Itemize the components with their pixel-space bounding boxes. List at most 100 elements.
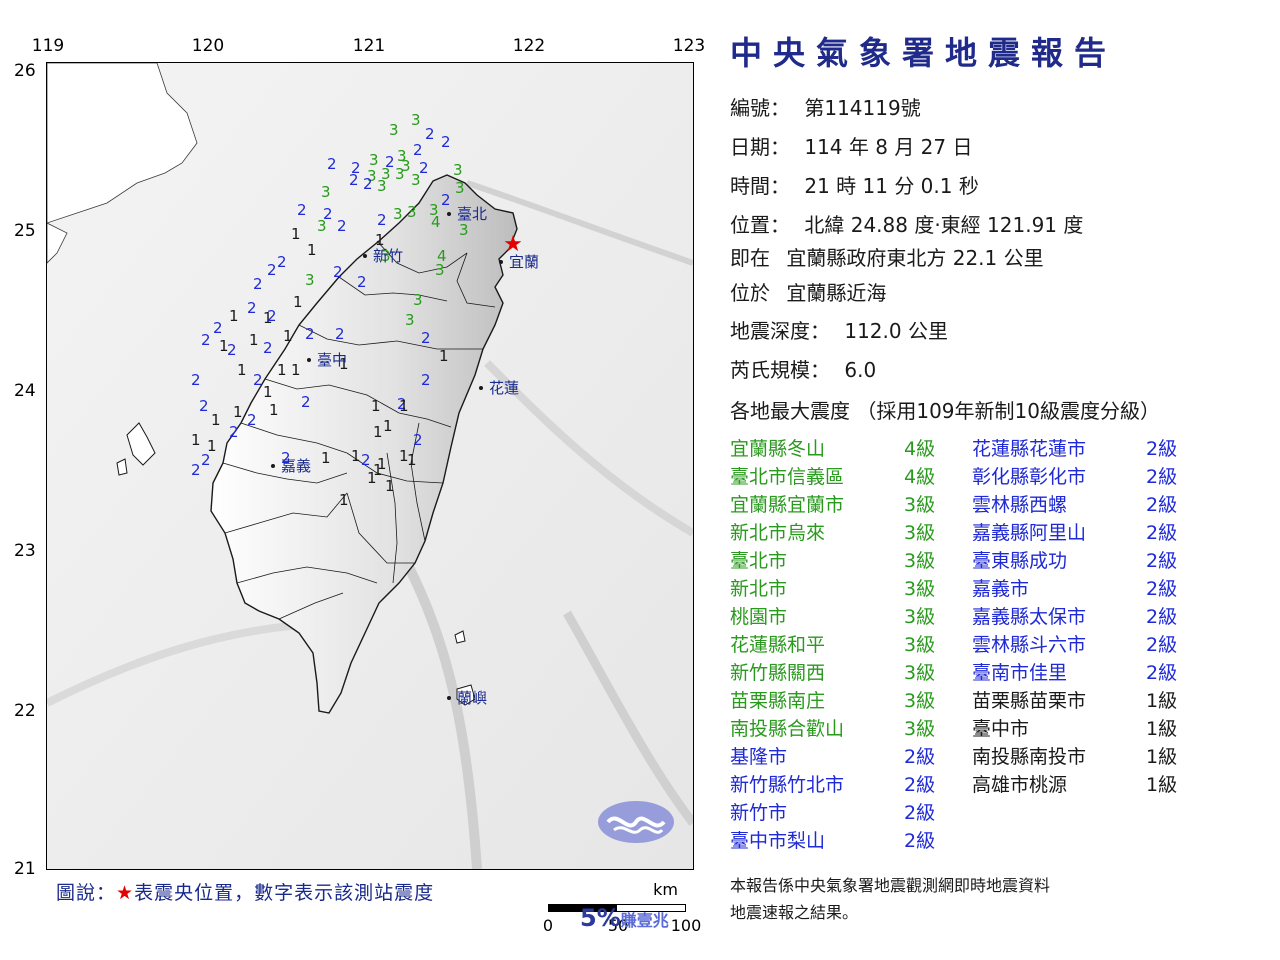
station-intensity: 2: [363, 175, 373, 193]
intensity-level: 3級: [904, 578, 936, 600]
lon-tick-122: 122: [512, 36, 546, 56]
city-label: 嘉義: [281, 457, 311, 475]
intensity-place: 新北市烏來: [730, 522, 826, 544]
station-intensity: 1: [293, 293, 303, 311]
intensity-level: 2級: [1146, 494, 1178, 516]
station-intensity: 1: [283, 327, 293, 345]
lon-tick-120: 120: [191, 36, 225, 56]
intensity-level: 3級: [904, 494, 936, 516]
station-intensity: 1: [191, 431, 201, 449]
intensity-level: 2級: [1146, 522, 1178, 544]
station-intensity: 3: [393, 205, 403, 223]
intensity-level: 3級: [904, 522, 936, 544]
station-intensity: 3: [453, 161, 463, 179]
station-intensity: 3: [459, 221, 469, 239]
intensity-row: 苗栗縣苗栗市 1級: [972, 686, 1212, 714]
station-intensity: 1: [249, 331, 259, 349]
station-intensity: 2: [191, 461, 201, 479]
station-intensity: 1: [383, 417, 393, 435]
intensity-place: 臺中市: [972, 718, 1030, 740]
city-dot: [363, 254, 367, 258]
watermark-small: 賺壹兆: [620, 911, 669, 930]
date-label: 日期：: [730, 135, 790, 159]
footnote: 本報告係中央氣象署地震觀測網即時地震資料 地震速報之結果。: [730, 872, 1050, 926]
city-label: 蘭嶼: [457, 689, 487, 707]
intensity-place: 雲林縣西螺: [972, 494, 1068, 516]
caption-text: 表震央位置，數字表示該測站震度: [134, 882, 435, 904]
city-dot: [447, 212, 451, 216]
station-intensity: 1: [237, 361, 247, 379]
intensity-row: 高雄市桃源 1級: [972, 770, 1212, 798]
intensity-level: 2級: [904, 774, 936, 796]
station-intensity: 1: [407, 451, 417, 469]
intensity-row: 雲林縣斗六市 2級: [972, 630, 1212, 658]
intensity-level: 3級: [904, 550, 936, 572]
station-intensity: 1: [277, 361, 287, 379]
intensity-row: 臺南市佳里 2級: [972, 658, 1212, 686]
station-intensity: 2: [253, 275, 263, 293]
station-intensity: 2: [333, 263, 343, 281]
intensity-row: 南投縣合歡山 3級: [730, 714, 960, 742]
station-intensity: 1: [211, 411, 221, 429]
station-intensity: 1: [377, 455, 387, 473]
station-intensity: 2: [305, 325, 315, 343]
lat-tick-22: 22: [14, 701, 36, 721]
station-intensity: 2: [357, 273, 367, 291]
station-intensity: 2: [441, 191, 451, 209]
intensity-place: 苗栗縣苗栗市: [972, 690, 1087, 712]
intensity-row: 臺中市梨山 2級: [730, 826, 960, 854]
station-intensity: 2: [191, 371, 201, 389]
intensity-row: 臺北市 3級: [730, 546, 960, 574]
station-intensity: 1: [263, 383, 273, 401]
time-label: 時間：: [730, 174, 790, 198]
intensity-level: 1級: [1146, 718, 1178, 740]
station-intensity: 1: [219, 337, 229, 355]
station-intensity: 2: [413, 141, 423, 159]
intensity-place: 宜蘭縣冬山: [730, 438, 826, 460]
intensity-place: 高雄市桃源: [972, 774, 1068, 796]
map-caption: 圖說：★表震央位置，數字表示該測站震度: [56, 878, 434, 905]
station-intensity: 3: [411, 171, 421, 189]
station-intensity: 1: [385, 477, 395, 495]
depth-label: 地震深度：: [730, 319, 830, 343]
station-intensity: 2: [327, 155, 337, 173]
intensity-list-col1: 宜蘭縣冬山 4級 臺北市信義區 4級 宜蘭縣宜蘭市 3級 新北市烏來 3級 臺北市 3級 新北市 3級…: [730, 434, 960, 854]
station-intensity: 1: [439, 347, 449, 365]
intensity-place: 花蓮縣和平: [730, 634, 826, 656]
intensity-row: 臺北市信義區 4級: [730, 462, 960, 490]
scale-label-0: 0: [542, 916, 554, 935]
intensity-level: 1級: [1146, 774, 1178, 796]
caption-star-icon: ★: [116, 882, 135, 904]
station-intensity: 1: [269, 401, 279, 419]
intensity-place: 臺北市信義區: [730, 466, 845, 488]
station-intensity: 1: [207, 437, 217, 455]
relative-value: 宜蘭縣政府東北方 22.1 公里: [786, 246, 1044, 270]
station-intensity: 2: [297, 201, 307, 219]
location-row: 位置： 北緯 24.88 度‧東經 121.91 度: [730, 209, 1083, 238]
intensity-level: 3級: [904, 718, 936, 740]
station-intensity: 2: [335, 325, 345, 343]
date-value: 114 年 8 月 27 日: [804, 135, 973, 159]
station-intensity: 1: [307, 241, 317, 259]
intensity-place: 苗栗縣南庄: [730, 690, 826, 712]
report-number: 第114119號: [804, 96, 921, 120]
station-intensity: 2: [199, 397, 209, 415]
intensity-row: 彰化縣彰化市 2級: [972, 462, 1212, 490]
station-intensity: 2: [413, 431, 423, 449]
relative-row: 即在 宜蘭縣政府東北方 22.1 公里: [730, 242, 1044, 271]
city-label: 花蓮: [489, 379, 519, 397]
station-intensity: 1: [373, 423, 383, 441]
station-intensity: 1: [291, 361, 301, 379]
lat-tick-25: 25: [14, 221, 36, 241]
magnitude-label: 芮氏規模：: [730, 358, 830, 382]
station-intensity: 2: [441, 133, 451, 151]
report-number-row: 編號： 第114119號: [730, 92, 921, 121]
station-intensity: 2: [247, 299, 257, 317]
city-dot: [447, 696, 451, 700]
intensity-row: 嘉義縣阿里山 2級: [972, 518, 1212, 546]
lon-tick-123: 123: [672, 36, 706, 56]
intensity-title: 各地最大震度 （採用109年新制10級震度分級）: [730, 399, 1160, 423]
intensity-level: 2級: [1146, 438, 1178, 460]
station-intensity: 2: [267, 261, 277, 279]
footnote-line2: 地震速報之結果。: [730, 903, 859, 922]
